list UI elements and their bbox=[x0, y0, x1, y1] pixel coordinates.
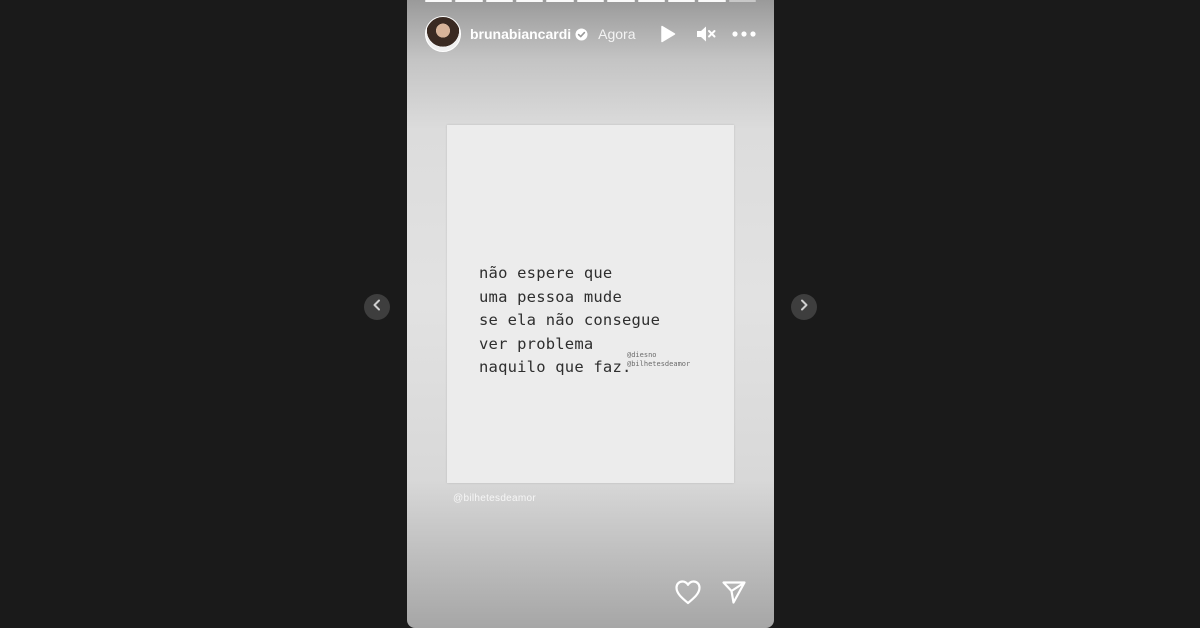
quote-line: se ela não consegue bbox=[479, 311, 661, 329]
story-header: brunabiancardi Agora bbox=[425, 16, 756, 52]
next-story-button[interactable] bbox=[791, 294, 817, 320]
send-icon[interactable] bbox=[720, 578, 748, 606]
timestamp: Agora bbox=[598, 26, 636, 42]
story-viewer: brunabiancardi Agora não espere que uma … bbox=[407, 0, 774, 628]
mute-icon[interactable] bbox=[694, 22, 718, 46]
progress-segment bbox=[425, 0, 453, 2]
progress-segment bbox=[485, 0, 514, 2]
play-icon[interactable] bbox=[656, 22, 680, 46]
heart-icon[interactable] bbox=[674, 578, 702, 606]
progress-segment bbox=[516, 0, 544, 2]
progress-segment bbox=[455, 0, 483, 2]
progress-segment bbox=[637, 0, 665, 2]
progress-segment bbox=[728, 0, 756, 2]
story-image: não espere que uma pessoa mude se ela nã… bbox=[447, 125, 734, 483]
image-credits: @diesno @bilhetesdeamor bbox=[627, 351, 690, 369]
progress-segment bbox=[698, 0, 726, 2]
mention-sticker[interactable]: @bilhetesdeamor bbox=[453, 493, 536, 504]
quote-line: uma pessoa mude bbox=[479, 287, 622, 306]
quote-line: não espere que bbox=[479, 264, 613, 282]
more-icon[interactable] bbox=[732, 22, 756, 46]
verified-badge-icon bbox=[575, 28, 588, 41]
credit-line: @bilhetesdeamor bbox=[627, 360, 691, 368]
progress-segment bbox=[576, 0, 605, 2]
progress-segment bbox=[667, 0, 696, 2]
progress-segment bbox=[607, 0, 635, 2]
story-actions bbox=[674, 578, 748, 606]
chevron-left-icon bbox=[372, 298, 382, 316]
previous-story-button[interactable] bbox=[364, 294, 390, 320]
username[interactable]: brunabiancardi bbox=[470, 26, 571, 42]
progress-segment bbox=[546, 0, 574, 2]
credit-line: @diesno bbox=[627, 351, 657, 359]
chevron-right-icon bbox=[799, 298, 809, 316]
avatar[interactable] bbox=[425, 16, 461, 52]
progress-bar bbox=[425, 0, 756, 3]
